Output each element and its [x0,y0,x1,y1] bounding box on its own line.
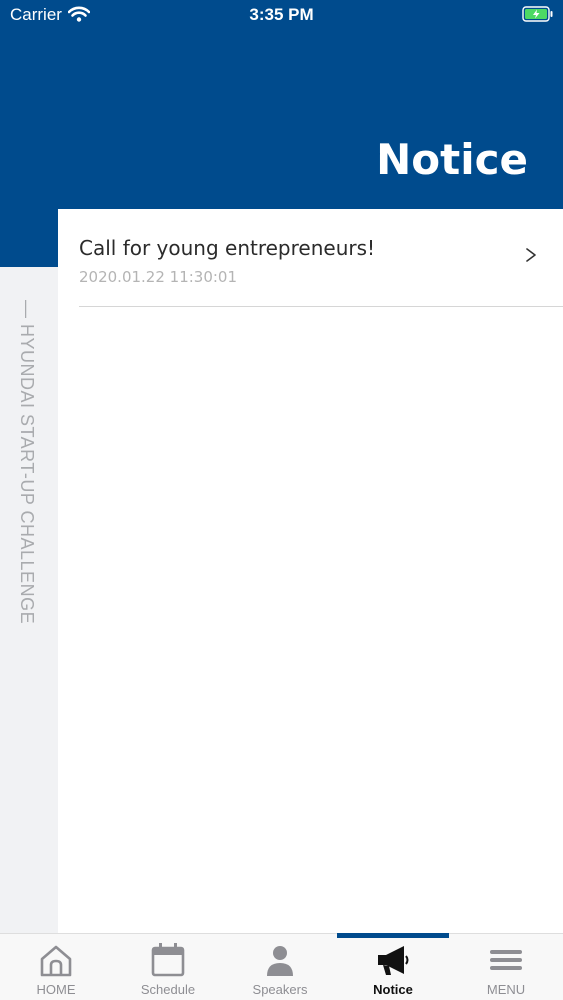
chevron-right-icon [526,248,536,262]
list-item[interactable]: Call for young entrepreneurs! 2020.01.22… [79,209,563,307]
tab-notice[interactable]: Notice [337,933,449,1000]
calendar-icon [151,943,185,977]
notice-title: Call for young entrepreneurs! [79,236,376,260]
tab-label-menu: MENU [486,982,526,997]
notice-date: 2020.01.22 11:30:01 [79,268,238,286]
page-title: Notice [376,135,528,184]
tab-schedule[interactable]: Schedule [112,934,224,1000]
megaphone-icon [378,946,409,975]
tab-label-notice: Notice [373,982,413,997]
notice-list: Call for young entrepreneurs! 2020.01.22… [58,209,563,933]
tab-label-speakers: Speakers [252,982,308,997]
hamburger-menu-icon [490,950,522,970]
tab-speakers[interactable]: Speakers [224,934,336,1000]
side-label: — HYUNDAI START-UP CHALLENGE [0,300,58,680]
active-tab-indicator [337,933,449,938]
tab-label-home: HOME [36,982,76,997]
tab-home[interactable]: HOME [0,934,112,1000]
status-time: 3:35 PM [249,5,314,24]
status-bar: Carrier 3:35 PM [0,0,563,30]
person-icon [267,946,293,976]
tab-bar: HOME Schedule Speakers Notice MENU [0,933,563,1000]
tab-menu[interactable]: MENU [450,934,562,1000]
side-label-text: — HYUNDAI START-UP CHALLENGE [17,300,37,625]
home-icon [40,945,72,977]
battery-icon [522,6,553,22]
tab-label-schedule: Schedule [140,982,196,997]
